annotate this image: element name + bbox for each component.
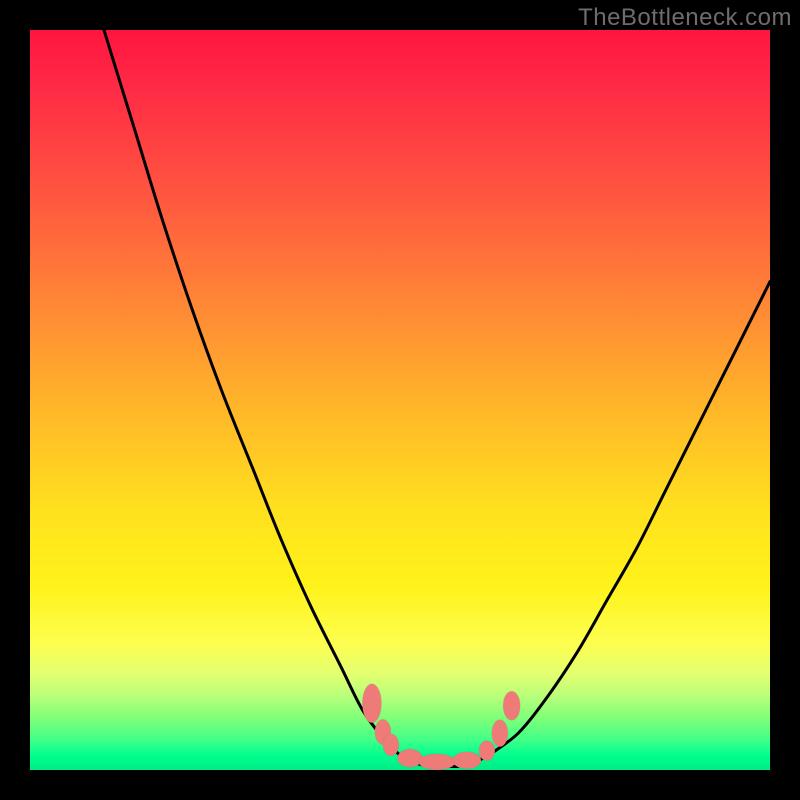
watermark-text: TheBottleneck.com xyxy=(578,4,792,32)
bottleneck-curve xyxy=(30,30,770,770)
curve-marker xyxy=(397,749,422,767)
outer-frame: TheBottleneck.com xyxy=(0,0,800,800)
curve-marker xyxy=(503,691,521,721)
curve-marker xyxy=(478,740,494,761)
plot-area xyxy=(30,30,770,770)
curve-marker xyxy=(492,720,508,747)
curve-path xyxy=(104,30,770,767)
